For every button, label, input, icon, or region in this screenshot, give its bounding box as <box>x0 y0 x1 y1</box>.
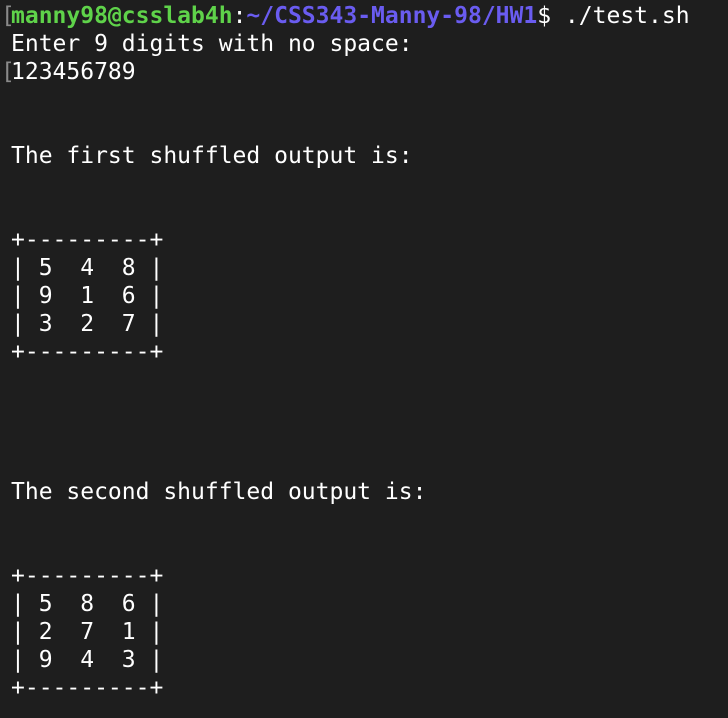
first-heading: The first shuffled output is: <box>11 143 413 169</box>
prompt-user-host: manny98@csslab4h <box>11 3 233 29</box>
first-grid-border-bottom: +---------+ <box>11 339 164 365</box>
first-grid-row: | 3 2 7 | <box>11 311 164 337</box>
enter-prompt-text: Enter 9 digits with no space: <box>11 31 413 57</box>
first-grid-border-top: +---------+ <box>11 227 164 253</box>
second-grid-border-top: +---------+ <box>11 563 164 589</box>
second-grid-row: | 9 4 3 | <box>11 647 164 673</box>
first-grid-row: | 5 4 8 | <box>11 255 164 281</box>
prompt-separator: : <box>232 3 247 29</box>
second-grid-row: | 2 7 1 | <box>11 619 164 645</box>
second-grid-border-bottom: +---------+ <box>11 675 164 701</box>
user-input-text: 123456789 <box>11 59 136 85</box>
command-text: ./test.sh <box>551 3 690 29</box>
prompt-path: ~/CSS343-Manny-98/HW1 <box>246 3 538 29</box>
second-heading: The second shuffled output is: <box>11 479 427 505</box>
prompt-line: manny98@csslab4h:~/CSS343-Manny-98/HW1$ … <box>11 2 690 30</box>
terminal-window[interactable]: [ manny98@csslab4h:~/CSS343-Manny-98/HW1… <box>0 0 728 718</box>
prompt-symbol: $ <box>537 3 552 29</box>
second-grid-row: | 5 8 6 | <box>11 591 164 617</box>
first-grid-row: | 9 1 6 | <box>11 283 164 309</box>
